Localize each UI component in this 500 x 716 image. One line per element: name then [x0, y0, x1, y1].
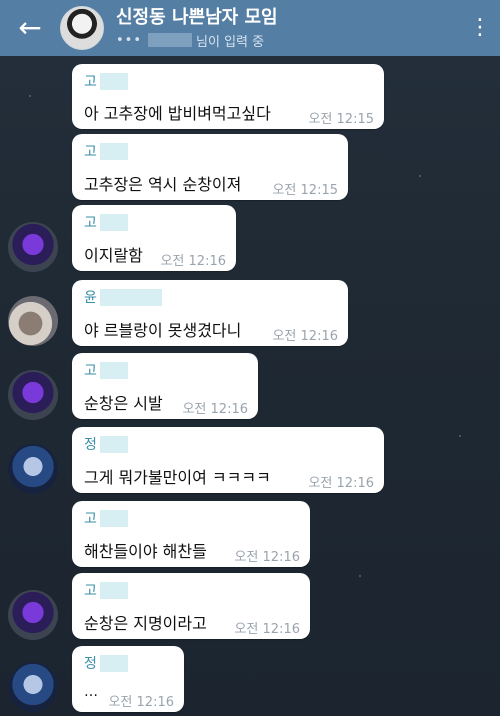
message-time: 오전 12:16	[108, 695, 174, 710]
chat-area[interactable]: 고 아 고추장에 밥비벼먹고싶다 오전 12:15 고 고추장은 역시 순창이져…	[0, 56, 500, 716]
sender-name: 고	[84, 71, 128, 91]
message-text: …	[84, 684, 98, 700]
user-avatar[interactable]	[8, 662, 58, 712]
message-time: 오전 12:16	[272, 329, 338, 344]
more-menu-icon[interactable]: ⋮	[460, 17, 500, 39]
message-text: 고추장은 역시 순창이져	[84, 175, 242, 194]
message-bubble[interactable]: 정 … 오전 12:16	[72, 646, 184, 712]
message-text: 그게 뭐가불만이여 ㅋㅋㅋㅋ	[84, 468, 271, 487]
message-bubble[interactable]: 윤 야 르블랑이 못생겼다니 오전 12:16	[72, 280, 348, 346]
message-text: 야 르블랑이 못생겼다니	[84, 321, 242, 340]
sender-name: 고	[84, 580, 128, 600]
message-text: 이지랄함	[84, 246, 143, 265]
message-time: 오전 12:15	[308, 112, 374, 127]
message-bubble[interactable]: 고 순창은 시발 오전 12:16	[72, 353, 258, 419]
chat-title: 신정동 나쁜남자 모임	[116, 6, 278, 28]
message-bubble[interactable]: 고 아 고추장에 밥비벼먹고싶다 오전 12:15	[72, 64, 384, 129]
message-time: 오전 12:16	[160, 254, 226, 269]
group-avatar[interactable]	[60, 6, 104, 50]
message-text: 순창은 시발	[84, 394, 163, 413]
sender-name: 고	[84, 360, 128, 380]
message-time: 오전 12:16	[234, 550, 300, 565]
message-bubble[interactable]: 고 해찬들이야 해찬들 오전 12:16	[72, 501, 310, 567]
message-time: 오전 12:15	[272, 183, 338, 198]
message-time: 오전 12:16	[182, 402, 248, 417]
sender-name: 정	[84, 434, 128, 454]
sender-name: 고	[84, 508, 128, 528]
message-text: 해찬들이야 해찬들	[84, 542, 207, 561]
message-time: 오전 12:16	[234, 622, 300, 637]
message-bubble[interactable]: 고 이지랄함 오전 12:16	[72, 205, 236, 271]
user-avatar[interactable]	[8, 370, 58, 420]
message-bubble[interactable]: 정 그게 뭐가불만이여 ㅋㅋㅋㅋ 오전 12:16	[72, 427, 384, 493]
user-avatar[interactable]	[8, 590, 58, 640]
sender-name: 고	[84, 212, 128, 232]
message-time: 오전 12:16	[308, 476, 374, 491]
header-text[interactable]: 신정동 나쁜남자 모임 ••• 님이 입력 중	[116, 7, 460, 50]
typing-user-blur	[148, 33, 193, 47]
message-text: 순창은 지명이라고	[84, 614, 207, 633]
message-bubble[interactable]: 고 순창은 지명이라고 오전 12:16	[72, 573, 310, 639]
sender-name: 윤	[84, 287, 162, 307]
typing-dots-icon: •••	[116, 32, 143, 48]
user-avatar[interactable]	[8, 222, 58, 272]
chat-header: ← 신정동 나쁜남자 모임 ••• 님이 입력 중 ⋮	[0, 0, 500, 56]
message-bubble[interactable]: 고 고추장은 역시 순창이져 오전 12:15	[72, 134, 348, 200]
typing-status: ••• 님이 입력 중	[116, 31, 460, 50]
user-avatar[interactable]	[8, 296, 58, 346]
sender-name: 고	[84, 141, 128, 161]
user-avatar[interactable]	[8, 444, 58, 494]
message-text: 아 고추장에 밥비벼먹고싶다	[84, 104, 271, 123]
typing-text: 님이 입력 중	[196, 34, 265, 50]
back-arrow-icon[interactable]: ←	[0, 0, 60, 56]
sender-name: 정	[84, 653, 128, 673]
